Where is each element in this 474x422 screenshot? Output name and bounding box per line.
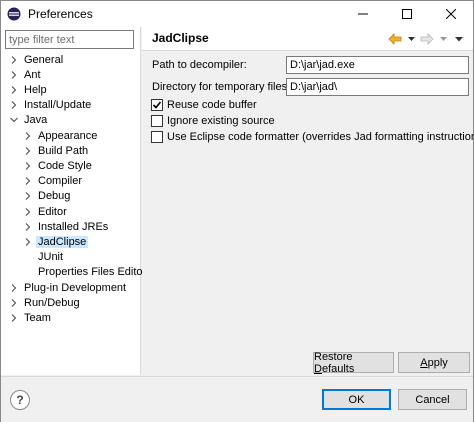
tree-item-install-update[interactable]: Install/Update xyxy=(9,98,91,113)
decompiler-path-label: Path to decompiler: xyxy=(152,59,247,71)
chevron-right-icon[interactable] xyxy=(23,143,33,158)
tree-item-label: Installed JREs xyxy=(38,220,109,233)
chevron-right-icon[interactable] xyxy=(23,158,33,173)
tree-item-label: JUnit xyxy=(38,251,64,264)
tree-item-label: Install/Update xyxy=(24,99,92,112)
filter-input[interactable] xyxy=(5,30,134,49)
cancel-button[interactable]: Cancel xyxy=(398,389,467,410)
maximize-icon xyxy=(402,9,412,19)
preference-page: JadClipse Path to decompiler: D:\jar\jad… xyxy=(142,27,474,375)
page-title: JadClipse xyxy=(152,31,209,45)
dialog-button-bar: ? OK Cancel xyxy=(1,376,473,422)
eclipse-icon xyxy=(6,6,22,22)
tree-item-code-style[interactable]: Code Style xyxy=(23,158,92,173)
tree-item-junit[interactable]: JUnit xyxy=(23,250,63,265)
window-controls xyxy=(341,1,473,27)
reuse-code-buffer-label: Reuse code buffer xyxy=(167,99,257,111)
temp-directory-label: Directory for temporary files: xyxy=(152,81,291,93)
tree-item-label: JadClipse xyxy=(36,235,89,248)
title-bar: Preferences xyxy=(1,1,473,27)
chevron-right-icon[interactable] xyxy=(23,174,33,189)
decompiler-path-field[interactable] xyxy=(286,56,469,74)
chevron-right-icon[interactable] xyxy=(9,67,19,82)
tree-item-label: Team xyxy=(24,311,51,324)
tree-item-label: Ant xyxy=(24,68,41,81)
tree-item-label: Run/Debug xyxy=(24,296,80,309)
ok-button[interactable]: OK xyxy=(322,389,391,410)
tree-item-label: Help xyxy=(24,83,47,96)
tree-item-team[interactable]: Team xyxy=(9,310,51,325)
tree-item-label: Build Path xyxy=(38,144,89,157)
forward-menu-icon[interactable] xyxy=(435,31,451,47)
tree-item-general[interactable]: General xyxy=(9,52,63,67)
tree-item-java[interactable]: Java xyxy=(9,113,47,128)
chevron-down-icon[interactable] xyxy=(9,113,19,128)
tree-item-label: Plug-in Development xyxy=(24,281,127,294)
minimize-icon xyxy=(358,13,368,15)
tree-item-label: Debug xyxy=(38,190,71,203)
ignore-existing-source-label: Ignore existing source xyxy=(167,115,275,127)
chevron-right-icon[interactable] xyxy=(9,310,19,325)
ignore-existing-source-option[interactable]: Ignore existing source xyxy=(151,115,275,127)
minimize-button[interactable] xyxy=(341,1,385,27)
tree-item-label: Code Style xyxy=(38,159,92,172)
maximize-button[interactable] xyxy=(385,1,429,27)
apply-label: Apply xyxy=(420,356,448,369)
tree-item-run-debug[interactable]: Run/Debug xyxy=(9,295,80,310)
tree-item-help[interactable]: Help xyxy=(9,82,47,97)
chevron-right-icon[interactable] xyxy=(9,52,19,67)
chevron-right-icon[interactable] xyxy=(23,189,33,204)
preference-tree-pane: General Ant Help Install/Update Java Appearan… xyxy=(1,27,143,375)
chevron-right-icon[interactable] xyxy=(9,98,19,113)
temp-directory-field[interactable] xyxy=(286,78,469,96)
window-title: Preferences xyxy=(28,7,93,21)
restore-defaults-button[interactable]: Restore Defaults xyxy=(313,350,394,375)
eclipse-formatter-label: Use Eclipse code formatter (overrides Ja… xyxy=(167,131,474,143)
tree-item-build-path[interactable]: Build Path xyxy=(23,143,88,158)
close-icon xyxy=(446,9,456,19)
chevron-right-icon[interactable] xyxy=(23,128,33,143)
tree-item-editor[interactable]: Editor xyxy=(23,204,67,219)
restore-defaults-label: Restore Defaults xyxy=(314,350,355,375)
chevron-right-icon[interactable] xyxy=(9,82,19,97)
close-button[interactable] xyxy=(429,1,473,27)
chevron-right-icon[interactable] xyxy=(9,295,19,310)
menu-icon[interactable] xyxy=(451,31,467,47)
tree-item-label: General xyxy=(24,53,64,66)
reuse-code-buffer-option[interactable]: Reuse code buffer xyxy=(151,99,257,111)
tree-item-label: Compiler xyxy=(38,175,83,188)
eclipse-formatter-checkbox[interactable] xyxy=(151,131,163,143)
reuse-code-buffer-checkbox[interactable] xyxy=(151,99,163,111)
help-icon[interactable]: ? xyxy=(10,390,30,410)
tree-item-label: Java xyxy=(24,114,48,127)
page-navigation xyxy=(387,31,467,47)
forward-icon[interactable] xyxy=(419,31,435,47)
tree-item-compiler[interactable]: Compiler xyxy=(23,174,82,189)
tree-item-label: Appearance xyxy=(38,129,98,142)
page-header: JadClipse xyxy=(142,27,473,51)
chevron-right-icon[interactable] xyxy=(23,204,33,219)
eclipse-formatter-option[interactable]: Use Eclipse code formatter (overrides Ja… xyxy=(151,131,474,143)
tree-item-label: Editor xyxy=(38,205,67,218)
tree-item-appearance[interactable]: Appearance xyxy=(23,128,97,143)
apply-button[interactable]: Apply xyxy=(398,352,470,373)
ignore-existing-source-checkbox[interactable] xyxy=(151,115,163,127)
preferences-window: Preferences General Ant Help Install/Update… xyxy=(0,0,474,422)
back-icon[interactable] xyxy=(387,31,403,47)
tree-item-label: Properties Files Edito xyxy=(38,266,143,279)
tree-item-properties-files-edito[interactable]: Properties Files Edito xyxy=(23,265,143,280)
back-menu-icon[interactable] xyxy=(403,31,419,47)
chevron-right-icon[interactable] xyxy=(23,219,33,234)
tree-item-jadclipse[interactable]: JadClipse xyxy=(23,234,89,249)
checkmark-icon xyxy=(152,101,162,109)
tree-item-plug-in-development[interactable]: Plug-in Development xyxy=(9,280,126,295)
tree-item-ant[interactable]: Ant xyxy=(9,67,41,82)
tree-item-debug[interactable]: Debug xyxy=(23,189,70,204)
tree-item-installed-jres[interactable]: Installed JREs xyxy=(23,219,108,234)
chevron-right-icon[interactable] xyxy=(9,280,19,295)
chevron-right-icon[interactable] xyxy=(23,234,33,249)
